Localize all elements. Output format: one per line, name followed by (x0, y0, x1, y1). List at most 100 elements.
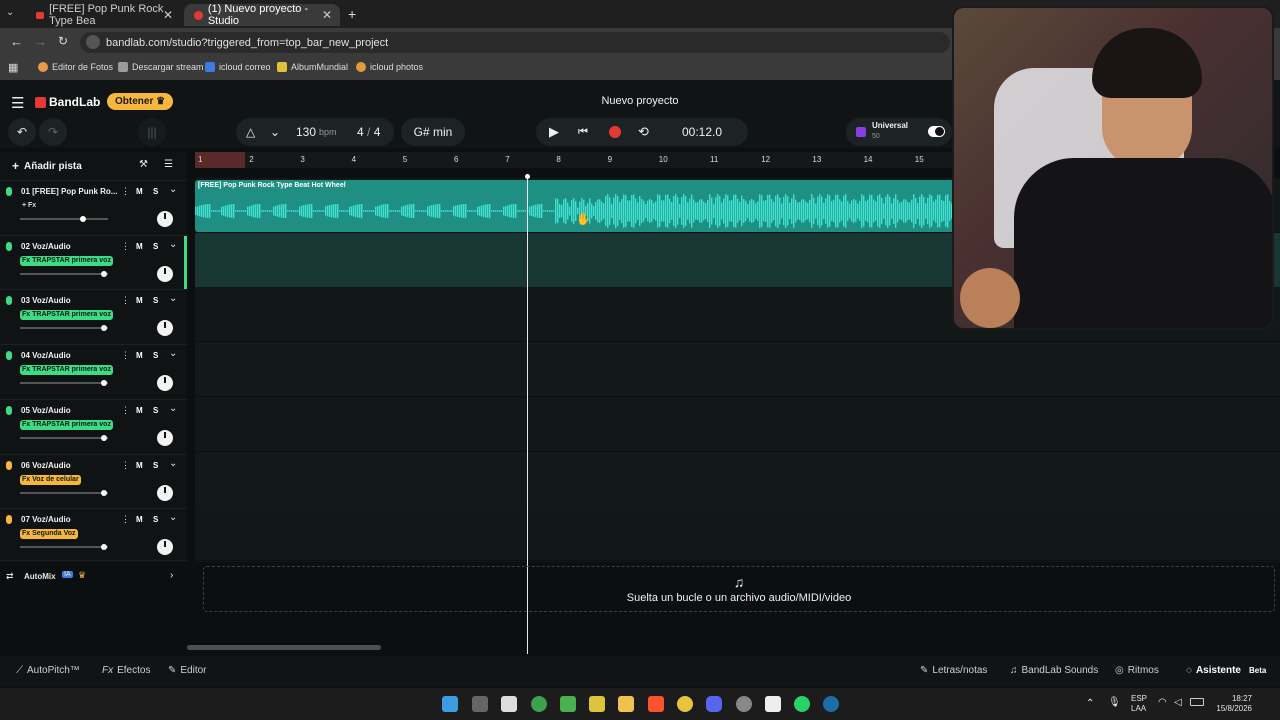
clock[interactable]: 18:27 15/8/2026 (1210, 694, 1252, 714)
track-name[interactable]: 02 Voz/Audio (21, 242, 71, 251)
fx-chip[interactable]: Fx Voz de celular (20, 474, 81, 485)
track-row[interactable]: 01 [FREE] Pop Punk Ro... ⋮ M S ⌄ + Fx (0, 180, 187, 235)
solo-button[interactable]: S (153, 242, 158, 251)
track-name[interactable]: 03 Voz/Audio (21, 296, 71, 305)
track-lane[interactable] (195, 451, 1280, 507)
close-tab-icon[interactable]: ✕ (322, 8, 332, 22)
effects-button[interactable]: Fx Efectos (102, 665, 150, 676)
new-tab-icon[interactable]: + (348, 6, 356, 22)
timeline-ruler[interactable]: 1 2 3 4 5 6 7 8 9 10 11 12 13 14 15 (195, 152, 955, 168)
tuner-toggle[interactable] (928, 126, 945, 137)
drop-zone[interactable]: ♫ Suelta un bucle o un archivo audio/MID… (203, 566, 1275, 612)
sounds-button[interactable]: ♫ BandLab Sounds (1010, 665, 1098, 676)
chevron-down-icon[interactable]: ⌄ (270, 125, 280, 139)
url-input[interactable]: bandlab.com/studio?triggered_from=top_ba… (80, 32, 950, 53)
editor-button[interactable]: ✎ Editor (168, 665, 207, 676)
undo-icon[interactable]: ↶ (8, 118, 36, 146)
chevron-down-icon[interactable]: ⌄ (169, 239, 177, 250)
pan-knob[interactable] (157, 484, 173, 501)
solo-button[interactable]: S (153, 406, 158, 415)
fx-chip[interactable]: Fx Segunda Voz (20, 529, 78, 540)
track-options-icon[interactable]: ⋮ (121, 514, 130, 525)
bookmark-item[interactable]: icloud correo (205, 62, 271, 72)
track-settings-icon[interactable]: ☰ (164, 159, 173, 170)
solo-button[interactable]: S (153, 351, 158, 360)
track-options-icon[interactable]: ⋮ (121, 241, 130, 252)
brave-icon[interactable] (648, 696, 664, 712)
fx-chip[interactable]: Fx TRAPSTAR primera voz (20, 255, 113, 266)
fx-chip[interactable]: Fx TRAPSTAR primera voz (20, 310, 113, 321)
bookmark-item[interactable]: Descargar stream (118, 62, 204, 72)
volume-slider[interactable] (20, 325, 108, 332)
tab-search-icon[interactable]: ⌄ (6, 7, 14, 18)
chevron-down-icon[interactable]: ⌄ (169, 348, 177, 359)
solo-button[interactable]: S (153, 461, 158, 470)
track-row[interactable]: 07 Voz/Audio ⋮ M S ⌄ Fx Segunda Voz (0, 508, 187, 563)
chevron-right-icon[interactable]: › (170, 570, 173, 581)
fx-chip[interactable]: Fx TRAPSTAR primera voz (20, 365, 113, 376)
track-lane[interactable] (195, 342, 1280, 398)
volume-slider-thumb[interactable] (100, 434, 107, 441)
pan-knob[interactable] (157, 265, 173, 282)
chevron-down-icon[interactable]: ⌄ (169, 512, 177, 523)
mic-tray-icon[interactable]: 🎙 (1108, 697, 1121, 708)
metronome-icon[interactable]: △ (246, 125, 255, 139)
solo-button[interactable]: S (153, 187, 158, 196)
pan-knob[interactable] (157, 320, 173, 337)
track-row[interactable]: 04 Voz/Audio ⋮ M S ⌄ Fx TRAPSTAR primera… (0, 344, 187, 399)
play-icon[interactable]: ▶ (549, 124, 559, 140)
fx-chip[interactable]: Fx TRAPSTAR primera voz (20, 419, 113, 430)
track-options-icon[interactable]: ⋮ (121, 405, 130, 416)
mute-button[interactable]: M (136, 351, 143, 360)
playhead-handle[interactable] (525, 174, 530, 179)
track-row[interactable]: 06 Voz/Audio ⋮ M S ⌄ Fx Voz de celular (0, 453, 187, 509)
language-indicator[interactable]: ESP LAA (1131, 694, 1147, 714)
key-button[interactable]: G# min (401, 118, 465, 146)
mute-button[interactable]: M (136, 296, 143, 305)
volume-slider[interactable] (20, 489, 108, 496)
skip-back-icon[interactable]: ⏮ (578, 126, 588, 139)
loop-icon[interactable]: ⟲ (638, 124, 649, 140)
mute-button[interactable]: M (136, 406, 143, 415)
track-lane[interactable] (195, 506, 1280, 562)
track-name[interactable]: 05 Voz/Audio (21, 406, 71, 415)
volume-slider-thumb[interactable] (100, 489, 107, 496)
solo-button[interactable]: S (153, 296, 158, 305)
bookmark-item[interactable]: AlbumMundial (277, 62, 348, 72)
bookmark-item[interactable]: Editor de Fotos (38, 62, 113, 72)
volume-slider[interactable] (20, 544, 108, 551)
track-row[interactable]: 03 Voz/Audio ⋮ M S ⌄ Fx TRAPSTAR primera… (0, 289, 187, 344)
windows-start-icon[interactable] (442, 696, 458, 712)
close-tab-icon[interactable]: ✕ (163, 8, 173, 22)
horizontal-scrollbar[interactable] (187, 645, 381, 650)
game-icon[interactable] (589, 696, 605, 712)
forward-icon[interactable]: → (34, 34, 47, 49)
steam-like-icon[interactable] (736, 696, 752, 712)
track-row[interactable]: 02 Voz/Audio ⋮ M S ⌄ Fx TRAPSTAR primera… (0, 234, 187, 290)
browser-tab-youtube[interactable]: [FREE] Pop Punk Rock Type Bea ✕ (26, 3, 181, 27)
add-track-button[interactable]: + Añadir pista (12, 159, 82, 173)
bandlab-logo[interactable]: BandLab (35, 95, 100, 109)
pan-knob[interactable] (157, 211, 173, 227)
capcut-icon[interactable] (765, 696, 781, 712)
track-options-icon[interactable]: ⋮ (121, 295, 130, 306)
track-options-icon[interactable]: ⋮ (121, 186, 130, 197)
volume-slider[interactable] (20, 434, 108, 441)
rhythms-button[interactable]: ◎ Ritmos (1115, 665, 1159, 676)
pan-knob[interactable] (157, 375, 173, 392)
wifi-icon[interactable]: ◠ (1158, 697, 1167, 708)
reload-icon[interactable]: ↻ (58, 34, 68, 48)
volume-slider[interactable] (20, 270, 108, 277)
volume-icon[interactable]: ◁ (1174, 697, 1182, 708)
back-icon[interactable]: ← (10, 34, 23, 49)
chevron-down-icon[interactable]: ⌄ (169, 403, 177, 414)
chrome-icon[interactable] (677, 696, 693, 712)
volume-slider-thumb[interactable] (100, 270, 107, 277)
assistant-button[interactable]: ◌ Asistente Beta (1186, 665, 1266, 676)
bookmark-item[interactable]: icloud photos (356, 62, 423, 72)
solo-button[interactable]: S (153, 515, 158, 524)
site-info-icon[interactable] (86, 35, 100, 49)
redo-icon[interactable]: ↷ (39, 118, 67, 146)
lyrics-button[interactable]: ✎ Letras/notas (920, 665, 987, 676)
track-name[interactable]: 01 [FREE] Pop Punk Ro... (21, 187, 117, 196)
